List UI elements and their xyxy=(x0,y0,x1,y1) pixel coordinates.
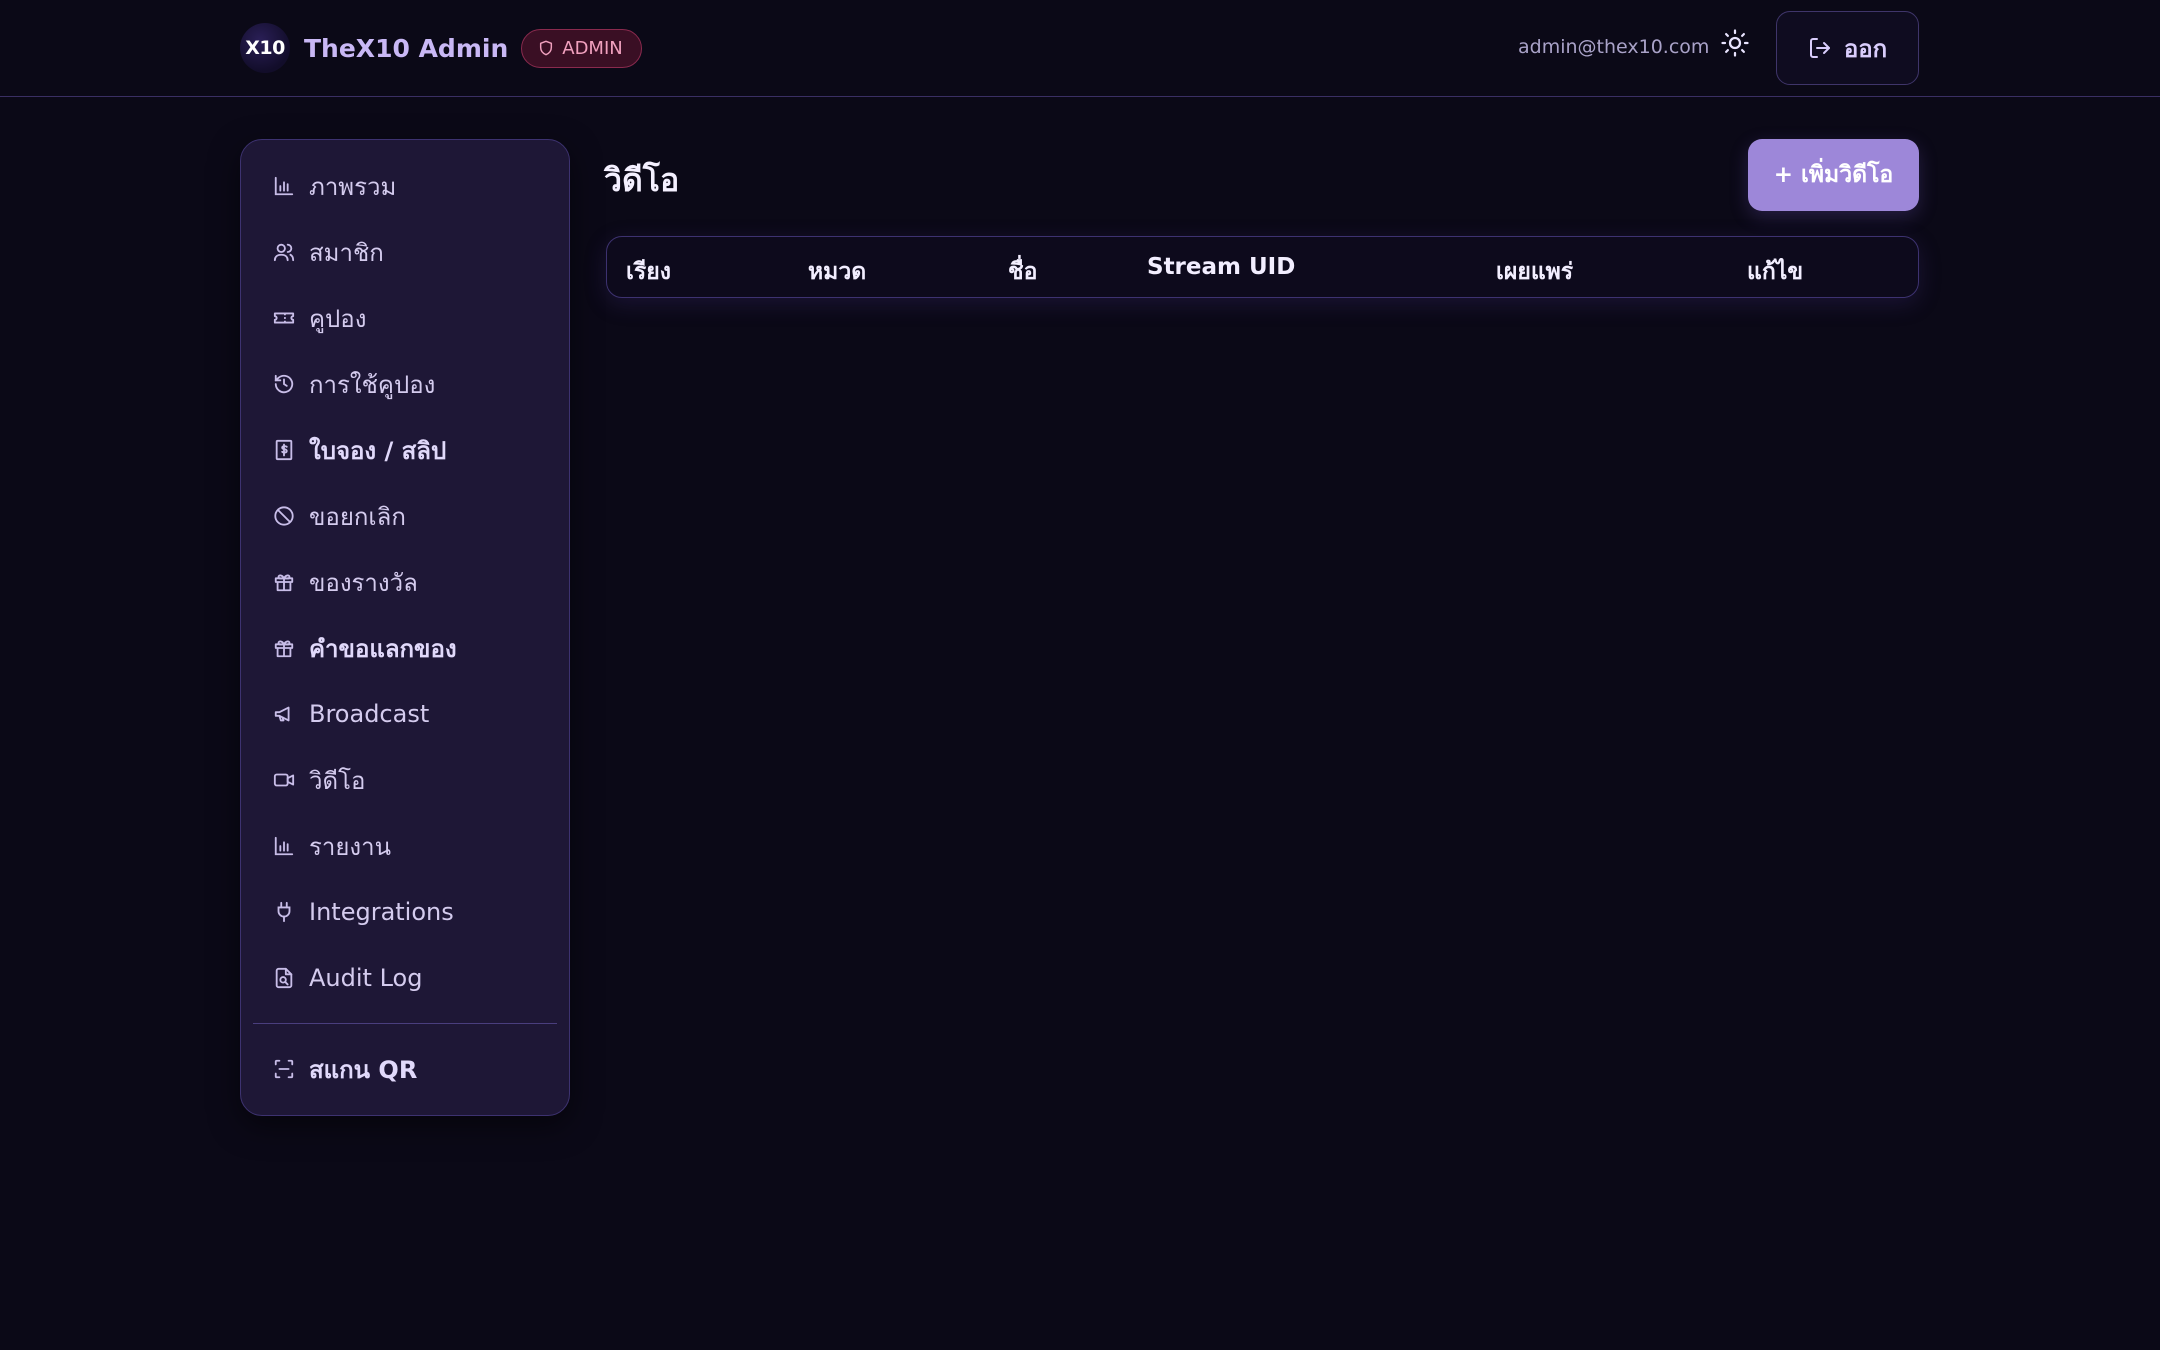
gift-icon xyxy=(271,635,297,661)
sidebar-item-label: ใบจอง / สลิป xyxy=(309,436,447,465)
users-icon xyxy=(271,239,297,265)
sidebar-item-label: สมาชิก xyxy=(309,238,384,267)
plug-icon xyxy=(271,899,297,925)
sidebar-item-label: รายงาน xyxy=(309,832,392,861)
sidebar-item-label: วิดีโอ xyxy=(309,766,366,795)
sidebar-item-cancel-requests[interactable]: ขอยกเลิก xyxy=(271,496,406,536)
brand[interactable]: X10 TheX10 Admin ADMIN xyxy=(240,22,642,74)
theme-toggle-button[interactable] xyxy=(1718,26,1752,60)
role-badge-label: ADMIN xyxy=(562,37,623,59)
sidebar-item-label: คำขอแลกของ xyxy=(309,634,457,663)
sidebar-item-bookings[interactable]: ใบจอง / สลิป xyxy=(271,430,446,470)
ticket-icon xyxy=(271,305,297,331)
video-icon xyxy=(271,767,297,793)
sidebar-item-label: ภาพรวม xyxy=(309,172,397,201)
ban-icon xyxy=(271,503,297,529)
shield-icon xyxy=(540,40,553,56)
sidebar-item-label: สแกน QR xyxy=(309,1055,418,1084)
sidebar-item-audit-log[interactable]: Audit Log xyxy=(271,958,422,998)
logout-button[interactable]: ออก xyxy=(1776,11,1919,85)
sidebar-item-coupon-usage[interactable]: การใช้คูปอง xyxy=(271,364,435,404)
scan-icon xyxy=(271,1056,297,1082)
brand-name: TheX10 Admin xyxy=(304,33,509,63)
sidebar-item-reports[interactable]: รายงาน xyxy=(271,826,391,866)
sidebar-item-integrations[interactable]: Integrations xyxy=(271,892,454,932)
receipt-icon xyxy=(271,437,297,463)
sidebar-item-overview[interactable]: ภาพรวม xyxy=(271,166,396,206)
sidebar-item-label: Audit Log xyxy=(309,964,423,992)
sidebar-item-scan-qr[interactable]: สแกน QR xyxy=(271,1049,417,1089)
sidebar-item-label: คูปอง xyxy=(309,304,367,333)
column-header-edit[interactable]: แก้ไข xyxy=(1747,254,1803,290)
sidebar-item-coupons[interactable]: คูปอง xyxy=(271,298,366,338)
sidebar-item-label: ของรางวัล xyxy=(309,568,418,597)
videos-table: เรียง หมวด ชื่อ Stream UID เผยแพร่ แก้ไข xyxy=(606,236,1919,298)
brand-logo: X10 xyxy=(240,23,290,73)
file-search-icon xyxy=(271,965,297,991)
sidebar-item-label: การใช้คูปอง xyxy=(309,370,436,399)
logout-icon xyxy=(1809,38,1830,58)
logout-label: ออก xyxy=(1843,34,1888,63)
role-badge: ADMIN xyxy=(521,28,642,68)
column-header-name[interactable]: ชื่อ xyxy=(1008,254,1037,290)
sidebar-item-redeem-requests[interactable]: คำขอแลกของ xyxy=(271,628,457,668)
column-header-category[interactable]: หมวด xyxy=(808,254,866,290)
add-video-button[interactable]: + เพิ่มวิดีโอ xyxy=(1748,139,1919,211)
megaphone-icon xyxy=(271,701,297,727)
sidebar-item-label: Broadcast xyxy=(309,700,430,728)
page-title: วิดีโอ xyxy=(604,161,680,199)
sidebar-item-label: Integrations xyxy=(309,898,454,926)
history-icon xyxy=(271,371,297,397)
gift-icon xyxy=(271,569,297,595)
sidebar-divider xyxy=(253,1023,557,1024)
sidebar-item-videos[interactable]: วิดีโอ xyxy=(271,760,365,800)
top-bar: X10 TheX10 Admin ADMIN admin@thex10.com … xyxy=(0,0,2160,97)
sun-icon xyxy=(1721,29,1749,57)
sidebar-item-broadcast[interactable]: Broadcast xyxy=(271,694,429,734)
sidebar-item-members[interactable]: สมาชิก xyxy=(271,232,384,272)
sidebar: ภาพรวม สมาชิก คูปอง การใช้คูปอง ใบจอง / … xyxy=(240,139,570,1116)
user-email: admin@thex10.com xyxy=(1518,36,1710,58)
column-header-order[interactable]: เรียง xyxy=(626,254,671,290)
bar-chart-icon xyxy=(271,173,297,199)
column-header-published[interactable]: เผยแพร่ xyxy=(1496,254,1573,290)
sidebar-item-rewards[interactable]: ของรางวัล xyxy=(271,562,418,602)
sidebar-item-label: ขอยกเลิก xyxy=(309,502,406,531)
column-header-stream-uid[interactable]: Stream UID xyxy=(1147,254,1295,280)
bar-chart-icon xyxy=(271,833,297,859)
